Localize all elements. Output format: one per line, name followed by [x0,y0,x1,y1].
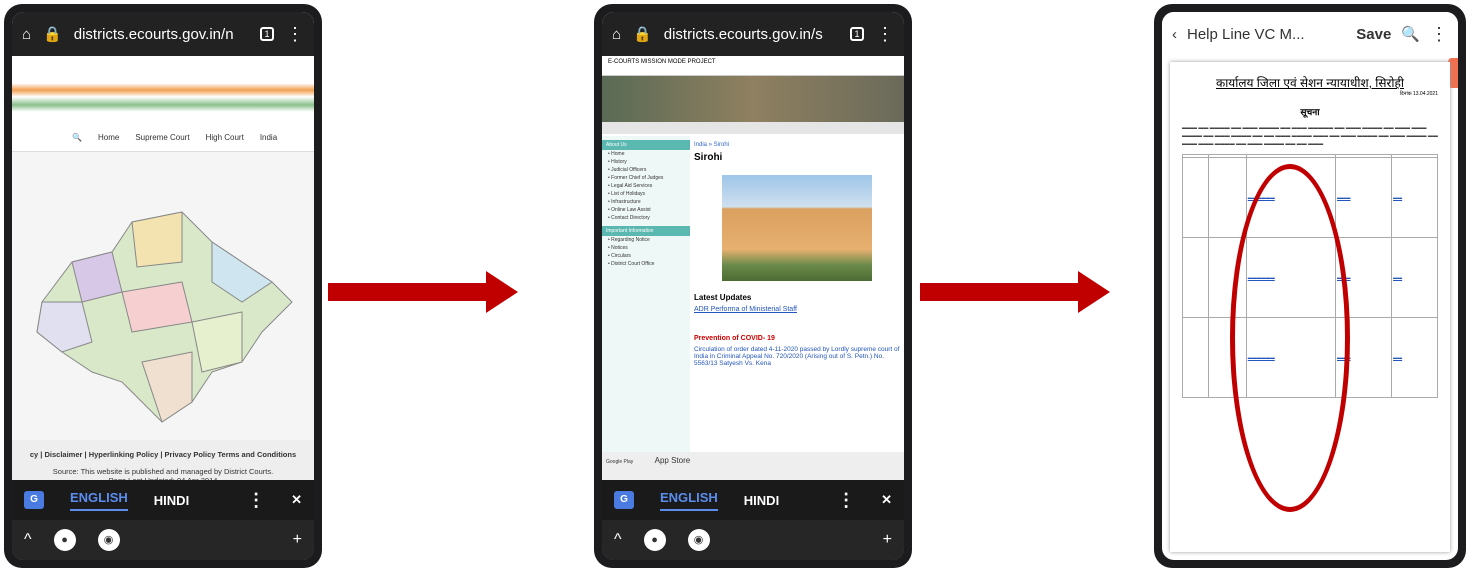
translate-icon: G [24,491,44,509]
google-play-badge[interactable]: Google Play [606,459,633,465]
close-icon[interactable]: ✕ [291,492,302,508]
translate-menu-icon[interactable]: ⋮ [247,491,265,509]
phone-2: ⌂ 🔒 districts.ecourts.gov.in/s 1 ⋮ E-COU… [594,4,912,568]
tabs-icon[interactable]: 1 [850,27,864,41]
search-icon[interactable]: 🔍 [1401,25,1420,43]
close-icon[interactable]: ✕ [881,492,892,508]
translate-bar: G ENGLISH HINDI ⋮ ✕ ^ ● ◉ + [602,480,904,560]
incognito-icon[interactable]: ● [53,529,76,551]
home-icon[interactable]: ⌂ [612,26,621,43]
document-body: ▬▬▬ ▬▬ ▬▬▬▬ ▬▬ ▬▬▬ ▬▬▬▬ ▬▬ ▬▬▬ ▬▬▬▬▬ ▬▬ … [1182,125,1438,147]
search-icon[interactable]: 🔍 [72,133,82,142]
court-photo [722,175,872,281]
phone-3: ‹ Help Line VC M... Save 🔍 ⋮ कार्यालय जि… [1154,4,1466,568]
browser-toolbar: ⌂ 🔒 districts.ecourts.gov.in/n 1 ⋮ [12,12,314,56]
rajasthan-map[interactable] [12,152,314,440]
document-date: दिनांक 13.04.2021 [1399,91,1438,97]
tab-english[interactable]: ENGLISH [70,490,128,511]
menu-icon[interactable]: ⋮ [286,25,304,43]
url-bar[interactable]: districts.ecourts.gov.in/s [664,26,838,43]
footer-note: Source: This website is published and ma… [52,467,274,476]
phone-1-screen: ⌂ 🔒 districts.ecourts.gov.in/n 1 ⋮ 🔍 Hom… [12,12,314,560]
save-button[interactable]: Save [1356,26,1391,43]
pdf-toolbar: ‹ Help Line VC M... Save 🔍 ⋮ [1162,12,1458,56]
home-icon[interactable]: ⌂ [22,26,31,43]
lock-icon: 🔒 [633,26,652,43]
covid-text[interactable]: Circulation of order dated 4-11-2020 pas… [694,346,900,367]
nav-supreme-court[interactable]: Supreme Court [135,133,189,142]
project-header: E-COURTS MISSION MODE PROJECT [602,56,904,76]
translate-menu-icon[interactable]: ⋮ [837,491,855,509]
menu-icon[interactable]: ⋮ [876,25,894,43]
url-bar[interactable]: districts.ecourts.gov.in/n [74,26,248,43]
main-content: India » Sirohi Sirohi Latest Updates ADR… [694,136,900,466]
browser-toolbar: ⌂ 🔒 districts.ecourts.gov.in/s 1 ⋮ [602,12,904,56]
latest-updates-heading: Latest Updates [694,293,752,302]
phone-3-screen: ‹ Help Line VC M... Save 🔍 ⋮ कार्यालय जि… [1162,12,1458,560]
phone-1: ⌂ 🔒 districts.ecourts.gov.in/n 1 ⋮ 🔍 Hom… [4,4,322,568]
translate-icon: G [614,491,634,509]
district-map-svg[interactable] [12,152,314,440]
arrow-1 [328,271,518,313]
nav-india[interactable]: India [260,133,277,142]
tabs-icon[interactable]: 1 [260,27,274,41]
back-icon[interactable]: ‹ [1172,26,1177,43]
court-banner [602,76,904,122]
tab-hindi[interactable]: HINDI [154,493,189,508]
footer-links[interactable]: cy | Disclaimer | Hyperlinking Policy | … [12,450,314,459]
covid-heading: Prevention of COVID- 19 [694,335,775,342]
arrow-2 [920,271,1110,313]
chevron-up-icon[interactable]: ^ [614,531,622,549]
phone-2-screen: ⌂ 🔒 districts.ecourts.gov.in/s 1 ⋮ E-COU… [602,12,904,560]
add-icon[interactable]: + [293,531,302,549]
document-title: Help Line VC M... [1187,25,1305,43]
tab-english[interactable]: ENGLISH [660,490,718,511]
lock-icon: 🔒 [43,26,62,43]
lens-icon[interactable]: ◉ [687,529,710,551]
nav-home[interactable]: Home [98,133,119,142]
lens-icon[interactable]: ◉ [97,529,120,551]
sidebar-section-about[interactable]: About Us [602,140,690,150]
top-nav: 🔍 Home Supreme Court High Court India [12,124,314,152]
sidebar: About Us • Home • History • Judicial Offic… [602,136,690,466]
document-subheading: सूचना [1300,107,1320,117]
nav-bar[interactable] [602,122,904,134]
breadcrumb[interactable]: India » Sirohi [694,142,900,148]
document-heading: कार्यालय जिला एवं सेशन न्यायाधीश, सिरोही [1215,76,1405,90]
menu-icon[interactable]: ⋮ [1430,25,1448,43]
incognito-icon[interactable]: ● [643,529,666,551]
tab-hindi[interactable]: HINDI [744,493,779,508]
app-store-badge[interactable]: App Store [655,456,691,465]
translate-bar: G ENGLISH HINDI ⋮ ✕ ^ ● ◉ + [12,480,314,560]
chevron-up-icon[interactable]: ^ [24,531,32,549]
add-icon[interactable]: + [883,531,892,549]
highlight-ellipse [1230,164,1350,512]
nav-high-court[interactable]: High Court [206,133,244,142]
header-flag-banner [12,56,314,124]
page-title: Sirohi [694,152,723,163]
update-link[interactable]: ADR Performa of Ministerial Staff [694,306,900,313]
sidebar-section-info[interactable]: Important Information [602,226,690,236]
